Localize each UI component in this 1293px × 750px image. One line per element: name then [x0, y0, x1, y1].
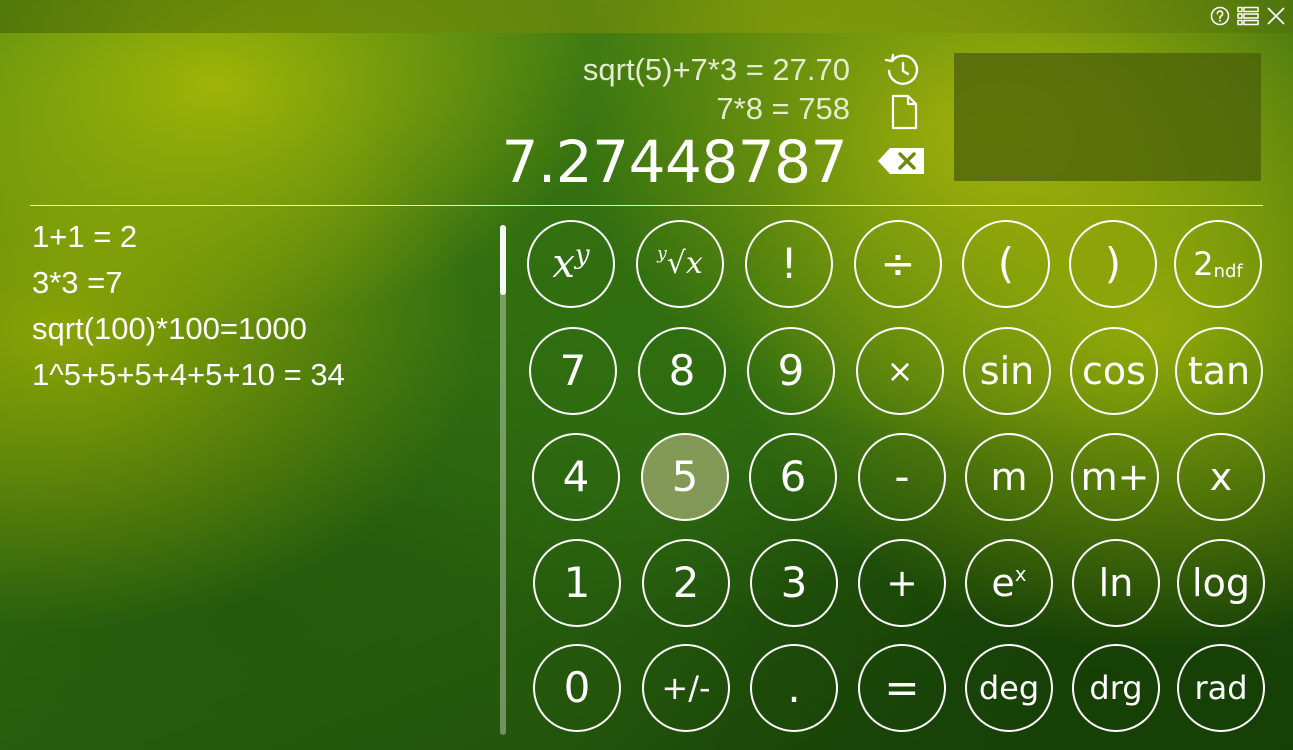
digit-6-button[interactable]: 6 [749, 433, 837, 521]
title-bar [0, 0, 1293, 33]
document-icon[interactable] [887, 94, 921, 130]
tan-button[interactable]: tan [1175, 327, 1263, 415]
memory-plus-button[interactable]: m+ [1071, 433, 1159, 521]
result-display: 7.27448787 [501, 128, 847, 196]
digit-2-button[interactable]: 2 [642, 539, 730, 627]
ln-button[interactable]: ln [1072, 539, 1160, 627]
digit-5-button[interactable]: 5 [641, 433, 729, 521]
scrollbar[interactable] [500, 225, 506, 735]
drg-button[interactable]: drg [1072, 644, 1160, 732]
digit-3-button[interactable]: 3 [750, 539, 838, 627]
second-function-button[interactable]: 2ndf [1174, 220, 1262, 308]
previous-expression-1: sqrt(5)+7*3 = 27.70 [582, 52, 850, 87]
history-item[interactable]: 1+1 = 2 [32, 214, 345, 260]
history-item[interactable]: sqrt(100)*100=1000 [32, 306, 345, 352]
digit-4-button[interactable]: 4 [532, 433, 620, 521]
close-icon[interactable] [1265, 4, 1287, 28]
rad-button[interactable]: rad [1177, 644, 1265, 732]
digit-1-button[interactable]: 1 [533, 539, 621, 627]
history-item[interactable]: 3*3 =7 [32, 260, 345, 306]
sin-button[interactable]: sin [963, 327, 1051, 415]
x-variable-button[interactable]: x [1177, 433, 1265, 521]
previous-expression-2: 7*8 = 758 [716, 91, 850, 126]
factorial-button[interactable]: ! [745, 220, 833, 308]
list-icon[interactable] [1237, 4, 1259, 28]
scrollbar-thumb[interactable] [500, 225, 506, 295]
memory-button[interactable]: m [965, 433, 1053, 521]
multiply-button[interactable]: × [856, 327, 944, 415]
digit-7-button[interactable]: 7 [529, 327, 617, 415]
close-paren-button[interactable]: ) [1069, 220, 1157, 308]
open-paren-button[interactable]: ( [962, 220, 1050, 308]
keypad: xy y√x ! ÷ ( ) 2ndf 7 8 9 × sin cos tan … [527, 220, 1272, 740]
memory-panel [954, 53, 1261, 181]
deg-button[interactable]: deg [965, 644, 1053, 732]
power-button[interactable]: xy [527, 220, 615, 308]
decimal-button[interactable]: . [750, 644, 838, 732]
digit-9-button[interactable]: 9 [747, 327, 835, 415]
history-icon[interactable] [883, 52, 923, 88]
divider [30, 205, 1263, 206]
digit-0-button[interactable]: 0 [533, 644, 621, 732]
log-button[interactable]: log [1177, 539, 1265, 627]
plus-minus-button[interactable]: +/- [642, 644, 730, 732]
nth-root-button[interactable]: y√x [636, 220, 724, 308]
history-item[interactable]: 1^5+5+5+4+5+10 = 34 [32, 352, 345, 398]
window-controls [1209, 4, 1287, 28]
plus-button[interactable]: + [858, 539, 946, 627]
cos-button[interactable]: cos [1070, 327, 1158, 415]
history-list: 1+1 = 2 3*3 =7 sqrt(100)*100=1000 1^5+5+… [32, 214, 345, 398]
help-icon[interactable] [1209, 4, 1231, 28]
exp-button[interactable]: ex [965, 539, 1053, 627]
equals-button[interactable]: = [858, 644, 946, 732]
divide-button[interactable]: ÷ [854, 220, 942, 308]
minus-button[interactable]: - [858, 433, 946, 521]
backspace-icon[interactable] [876, 146, 926, 176]
digit-8-button[interactable]: 8 [638, 327, 726, 415]
